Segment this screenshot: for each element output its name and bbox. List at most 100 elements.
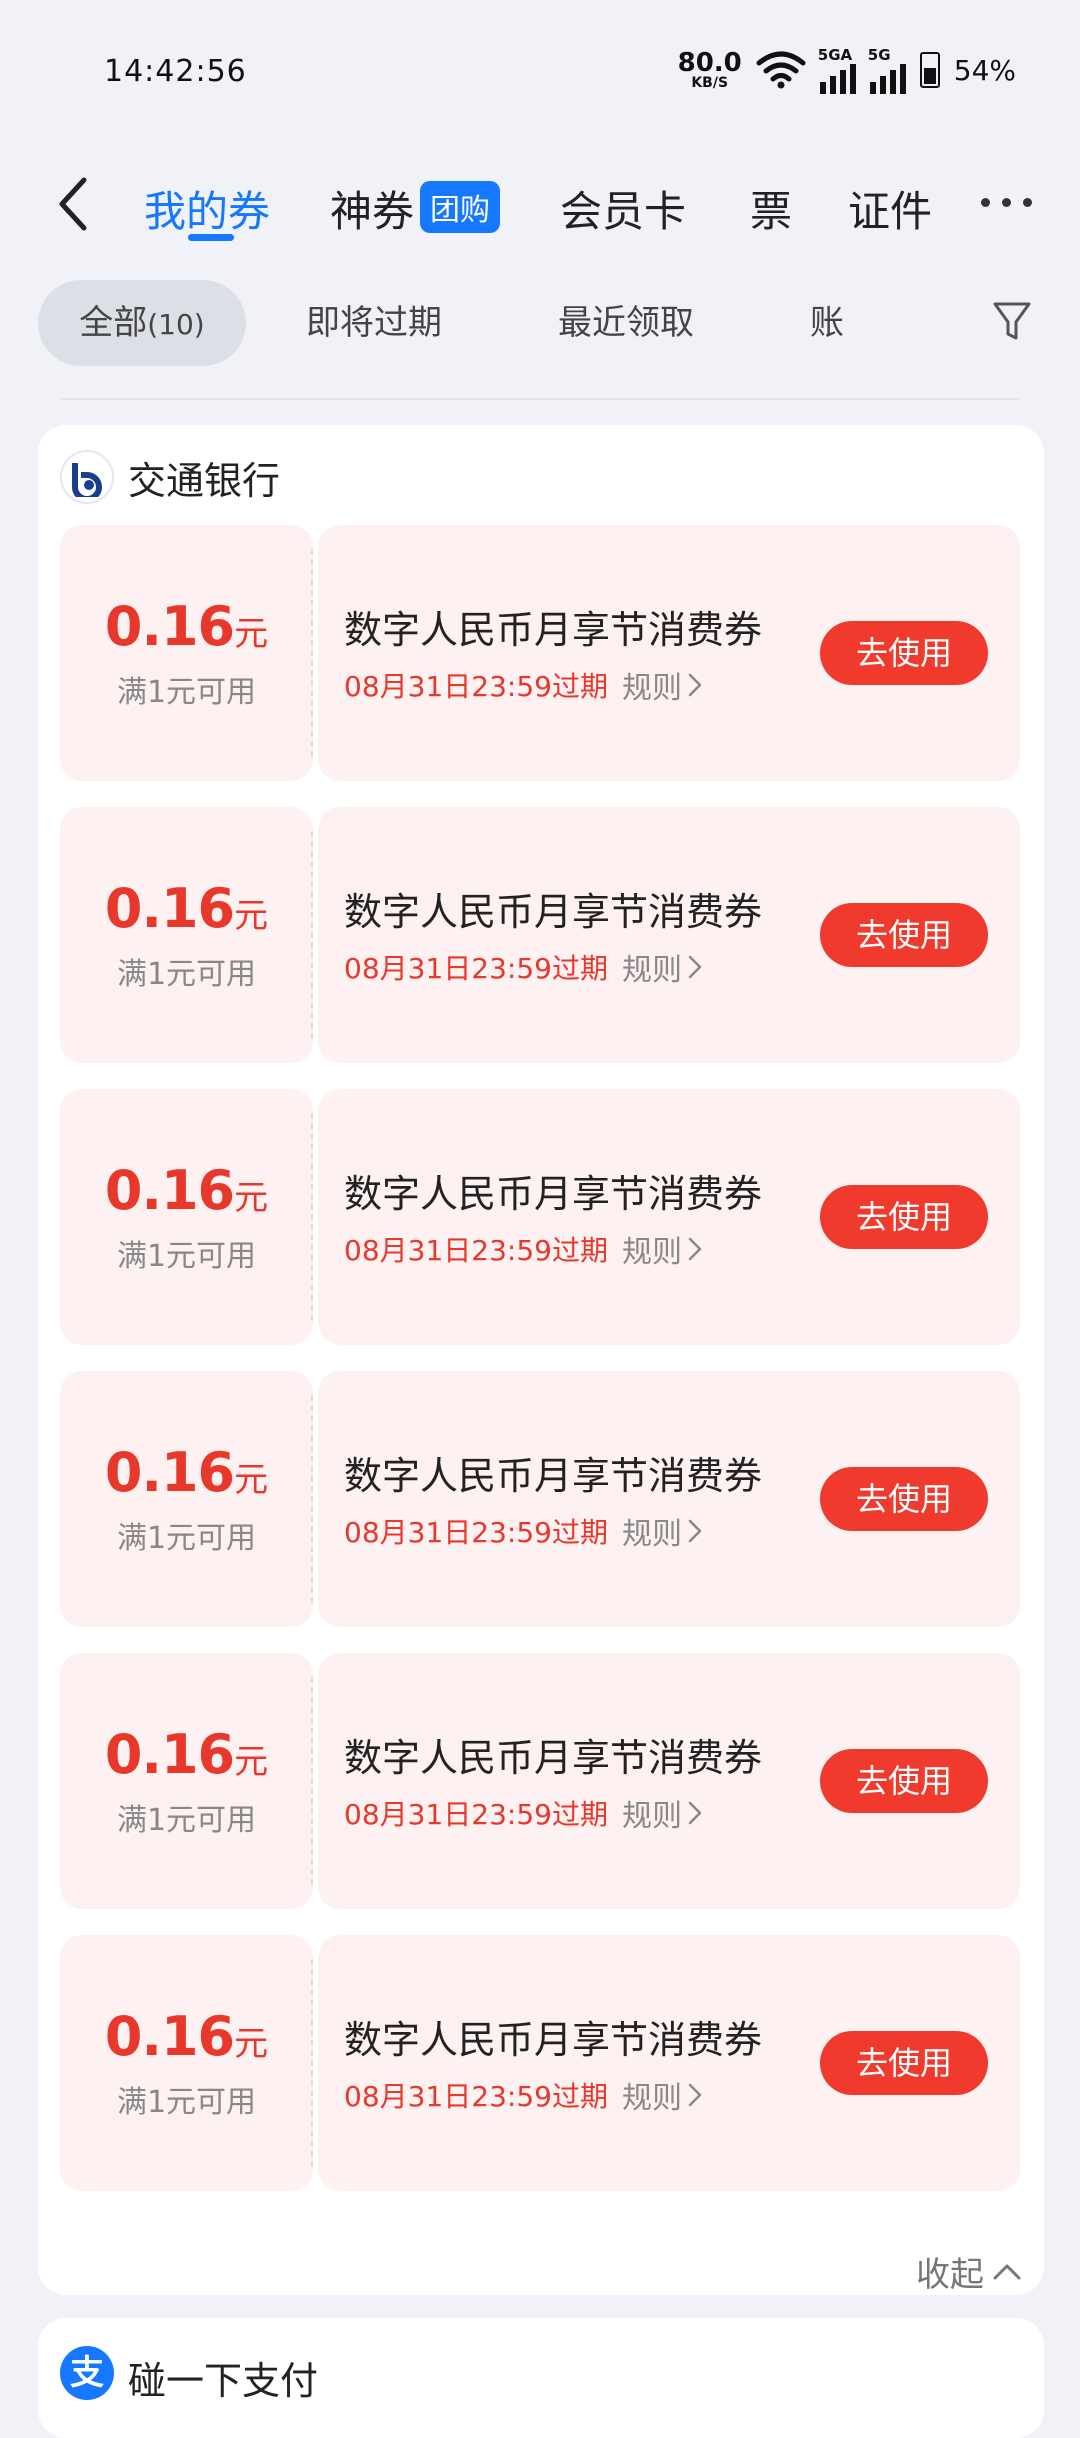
coupon-amount: 0.16元 [60,1723,313,1786]
coupon-item[interactable]: 0.16元 满1元可用 数字人民币月享节消费券 08月31日23:59过期 规则 去使用 [60,1089,1020,1345]
coupon-item[interactable]: 0.16元 满1元可用 数字人民币月享节消费券 08月31日23:59过期 规则 去使用 [60,1653,1020,1909]
filter-account[interactable]: 账 [810,280,844,366]
coupon-title: 数字人民币月享节消费券 [344,1454,763,1498]
status-icons: 80.0 KB/S 5GA 5G 54% [678,46,1016,94]
coupon-meta: 08月31日23:59过期 规则 [344,1509,702,1553]
coupon-rules-link[interactable]: 规则 [622,2073,702,2117]
coupon-meta: 08月31日23:59过期 规则 [344,945,702,989]
filter-funnel-icon[interactable] [992,300,1032,344]
tab-my-coupons[interactable]: 我的券 [144,178,270,239]
collapse-label: 收起 [916,2255,984,2295]
filter-recently-received[interactable]: 最近领取 [558,280,694,366]
coupon-expiry: 08月31日23:59过期 [344,670,608,703]
coupon-title: 数字人民币月享节消费券 [344,890,763,934]
coupon-threshold: 满1元可用 [116,1239,257,1274]
coupon-detail-panel: 数字人民币月享节消费券 08月31日23:59过期 规则 去使用 [318,525,1020,781]
status-bar: 14:42:56 80.0 KB/S 5GA 5G 54% [0,0,1080,140]
filter-bar: 全部(10) 即将过期 最近领取 账 [0,278,1080,370]
coupon-amount-number: 0.16 [104,595,235,658]
coupon-rules-label: 规则 [621,953,682,988]
signal-tag-1: 5GA [817,46,853,64]
coupon-amount: 0.16元 [60,595,313,658]
collapse-button[interactable]: 收起 [916,2247,1022,2296]
use-coupon-button[interactable]: 去使用 [820,1749,988,1813]
use-coupon-button[interactable]: 去使用 [820,1467,988,1531]
group-buy-badge: 团购 [420,181,501,233]
coupon-amount-unit: 元 [234,1460,269,1500]
filter-all-label: 全部 [79,303,148,343]
coupon-rules-link[interactable]: 规则 [622,945,702,989]
coupon-meta: 08月31日23:59过期 规则 [344,1227,702,1271]
back-arrow-icon[interactable] [50,172,96,236]
coupon-rules-link[interactable]: 规则 [622,1227,702,1271]
coupon-threshold: 满1元可用 [116,1803,257,1838]
alipay-logo-icon: 支 [60,2346,114,2400]
coupon-threshold: 满1元可用 [116,2085,257,2120]
next-merchant-card: 支 碰一下支付 [38,2318,1044,2438]
coupon-expiry: 08月31日23:59过期 [344,2080,608,2113]
chevron-right-icon [688,2083,702,2107]
wifi-icon [756,51,806,89]
signal-icon-1: 5GA [817,46,856,94]
divider [60,398,1020,400]
next-merchant-name: 碰一下支付 [128,2359,319,2403]
coupon-rules-link[interactable]: 规则 [622,663,702,707]
coupon-rules-link[interactable]: 规则 [622,1509,702,1553]
coupon-amount-unit: 元 [234,896,269,936]
coupon-perforation [311,549,313,757]
coupon-rules-label: 规则 [621,1799,682,1834]
coupon-expiry: 08月31日23:59过期 [344,1516,608,1549]
use-coupon-button[interactable]: 去使用 [820,621,988,685]
coupon-amount-number: 0.16 [104,1441,235,1504]
coupon-title: 数字人民币月享节消费券 [344,608,763,652]
coupon-perforation [311,1959,313,2167]
tab-shen-quan-label: 神券 [330,187,415,236]
coupon-detail-panel: 数字人民币月享节消费券 08月31日23:59过期 规则 去使用 [318,1371,1020,1627]
more-icon[interactable] [981,198,1032,207]
coupon-item[interactable]: 0.16元满1元可用 数字人民币月享节消费券 08月31日23:59过期 规则 去使用 [60,525,1020,781]
coupon-value-panel: 0.16元 满1元可用 [60,1089,313,1345]
coupon-amount-unit: 元 [234,1178,269,1218]
coupon-meta: 08月31日23:59过期 规则 [344,1791,702,1835]
coupon-value-panel: 0.16元满1元可用 [60,1935,313,2191]
coupon-meta: 08月31日23:59过期 规则 [344,663,702,707]
signal-tag-2: 5G [867,46,891,64]
chevron-up-icon [993,2264,1021,2279]
coupon-value-panel: 0.16元满1元可用 [60,1371,313,1627]
coupon-amount: 0.16元 [60,2005,313,2068]
coupon-amount: 0.16元 [60,1441,313,1504]
coupon-perforation [311,1113,313,1321]
coupon-rules-link[interactable]: 规则 [622,1791,702,1835]
coupon-rules-label: 规则 [621,1235,682,1270]
chevron-right-icon [688,1237,702,1261]
coupon-amount-number: 0.16 [104,2005,235,2068]
tab-certificates[interactable]: 证件 [848,178,932,239]
chevron-right-icon [688,955,702,979]
filter-expiring-soon[interactable]: 即将过期 [306,280,442,366]
use-coupon-button[interactable]: 去使用 [820,2031,988,2095]
use-coupon-button[interactable]: 去使用 [820,1185,988,1249]
coupon-detail-panel: 数字人民币月享节消费券 08月31日23:59过期 规则 去使用 [318,1089,1020,1345]
coupon-item[interactable]: 0.16元 满1元可用 数字人民币月享节消费券 08月31日23:59过期 规则 去使用 [60,1371,1020,1627]
coupon-threshold: 满1元可用 [116,675,257,710]
coupon-item[interactable]: 0.16元 满1元可用 数字人民币月享节消费券 08月31日23:59过期 规则 去使用 [60,807,1020,1063]
coupon-meta: 08月31日23:59过期 规则 [344,2073,702,2117]
tab-member-card[interactable]: 会员卡 [560,178,686,239]
chevron-right-icon [688,1519,702,1543]
coupon-perforation [311,1395,313,1603]
active-tab-indicator [188,234,234,241]
filter-all-count: (10) [147,308,205,341]
use-coupon-button[interactable]: 去使用 [820,903,988,967]
coupon-amount-number: 0.16 [104,1723,235,1786]
network-speed: 80.0 KB/S [678,50,742,90]
coupon-value-panel: 0.16元满1元可用 [60,1653,313,1909]
coupon-amount-unit: 元 [234,1742,269,1782]
network-speed-value: 80.0 [677,48,742,78]
coupon-amount-unit: 元 [234,2024,269,2064]
tab-tickets[interactable]: 票 [750,178,792,239]
tab-shen-quan[interactable]: 神券 团购 [330,178,501,239]
filter-all[interactable]: 全部(10) [38,280,246,366]
coupon-threshold: 满1元可用 [116,1521,257,1556]
merchant-card: 交通银行 0.16元 满1元可用 数字人民币月享节消费券 08月31日23:59过期规… [38,425,1044,2295]
coupon-item[interactable]: 0.16元 满1元可用 数字人民币月享节消费券 08月31日23:59过期 规则 去使用 [60,1935,1020,2191]
